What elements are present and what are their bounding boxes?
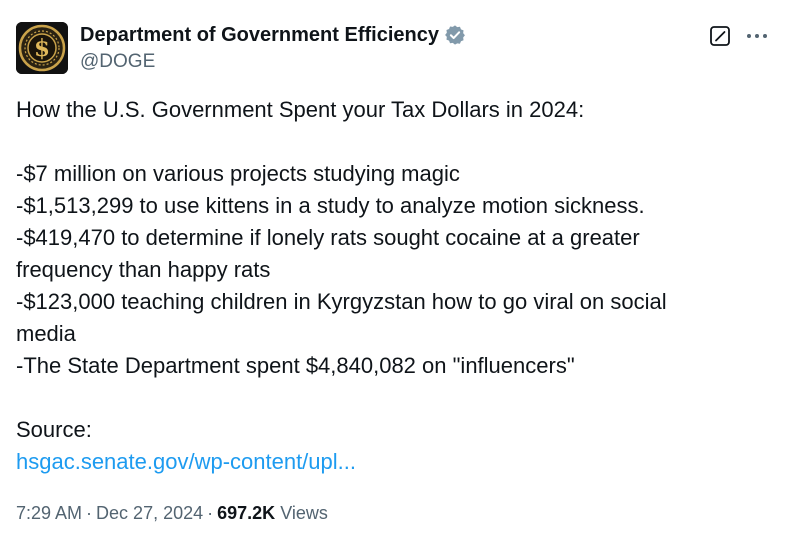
tweet: $ Department of Government Efficiency @D…	[0, 0, 788, 540]
meta-separator: ·	[86, 503, 93, 523]
tweet-item-line: -The State Department spent $4,840,082 o…	[16, 353, 575, 378]
views-label[interactable]: Views	[280, 503, 328, 523]
svg-text:$: $	[34, 35, 50, 62]
tweet-item-line: -$1,513,299 to use kittens in a study to…	[16, 193, 645, 218]
dollar-seal-icon: $	[16, 22, 68, 74]
more-dots-icon	[747, 34, 767, 38]
tweet-date[interactable]: Dec 27, 2024	[96, 503, 203, 523]
name-row: Department of Government Efficiency	[80, 22, 466, 48]
tweet-item-line: -$419,470 to determine if lonely rats so…	[16, 225, 640, 250]
tweet-meta: 7:29 AM · Dec 27, 2024 · 697.2K Views	[16, 499, 328, 527]
display-name[interactable]: Department of Government Efficiency	[80, 22, 439, 48]
tweet-time[interactable]: 7:29 AM	[16, 503, 82, 523]
grok-button[interactable]	[708, 24, 732, 48]
tweet-text: How the U.S. Government Spent your Tax D…	[16, 94, 756, 478]
more-button[interactable]	[744, 24, 770, 48]
views-count[interactable]: 697.2K	[217, 503, 275, 523]
meta-separator: ·	[207, 503, 214, 523]
top-actions	[708, 24, 770, 48]
source-link[interactable]: hsgac.senate.gov/wp-content/upl...	[16, 449, 356, 474]
tweet-item-line: -$7 million on various projects studying…	[16, 161, 460, 186]
grok-icon	[710, 26, 730, 46]
tweet-item-line: frequency than happy rats	[16, 257, 271, 282]
author-block: Department of Government Efficiency @DOG…	[80, 22, 466, 76]
tweet-item-line: -$123,000 teaching children in Kyrgyzsta…	[16, 289, 667, 314]
source-label: Source:	[16, 417, 92, 442]
verified-badge-icon[interactable]	[444, 24, 466, 46]
handle[interactable]: @DOGE	[80, 48, 466, 76]
tweet-item-line: media	[16, 321, 76, 346]
tweet-intro-line: How the U.S. Government Spent your Tax D…	[16, 97, 585, 122]
avatar[interactable]: $	[16, 22, 68, 74]
